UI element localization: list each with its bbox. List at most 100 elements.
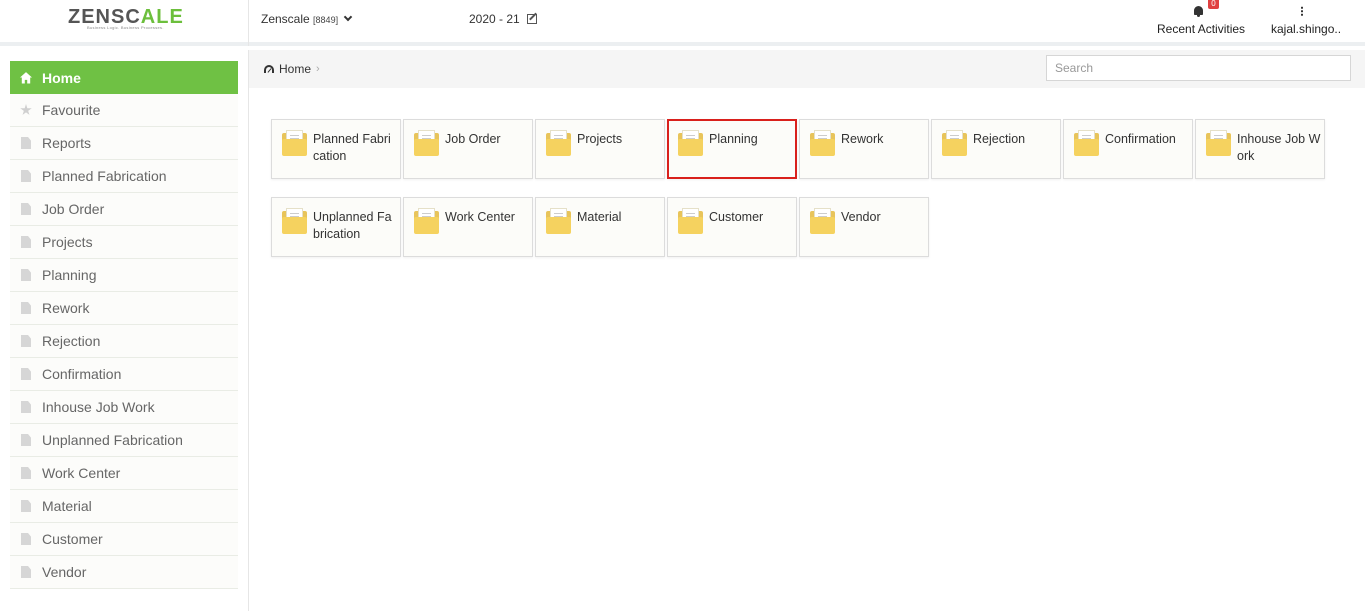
folder-icon <box>546 130 572 156</box>
tile-vendor[interactable]: Vendor <box>799 197 929 257</box>
tile-projects[interactable]: Projects <box>535 119 665 179</box>
search-input[interactable] <box>1046 55 1351 81</box>
sidebar-item-label: Vendor <box>42 564 87 580</box>
folder-icon <box>942 130 968 156</box>
sidebar-item-customer[interactable]: Customer <box>10 523 238 556</box>
tile-rework[interactable]: Rework <box>799 119 929 179</box>
tile-job-order[interactable]: Job Order <box>403 119 533 179</box>
sidebar-item-work-center[interactable]: Work Center <box>10 457 238 490</box>
tile-label: Projects <box>577 132 623 146</box>
document-icon <box>21 467 31 479</box>
breadcrumb-separator: › <box>316 63 320 75</box>
recent-activities-button[interactable]: 0 Recent Activities <box>1157 0 1247 46</box>
breadcrumb-home[interactable]: Home <box>279 62 311 76</box>
sidebar-item-label: Work Center <box>42 465 121 481</box>
document-icon <box>21 566 31 578</box>
sidebar-item-label: Planning <box>42 267 97 283</box>
document-icon <box>21 335 31 347</box>
tile-label: Unplanned Fabrication <box>313 210 392 241</box>
sidebar-item-planning[interactable]: Planning <box>10 259 238 292</box>
tile-label: Work Center <box>445 210 515 224</box>
sidebar-item-label: Confirmation <box>42 366 122 382</box>
notification-badge: 0 <box>1208 0 1219 9</box>
tile-material[interactable]: Material <box>535 197 665 257</box>
tile-label: Rejection <box>973 132 1026 146</box>
sidebar-item-home[interactable]: Home <box>10 61 238 94</box>
sidebar-item-unplanned-fabrication[interactable]: Unplanned Fabrication <box>10 424 238 457</box>
breadcrumb: Home › <box>264 62 320 76</box>
tile-label: Material <box>577 210 622 224</box>
document-icon <box>21 500 31 512</box>
recent-activities-label: Recent Activities <box>1157 22 1246 36</box>
sidebar-item-confirmation[interactable]: Confirmation <box>10 358 238 391</box>
company-name: Zenscale <box>261 12 310 26</box>
tile-customer[interactable]: Customer <box>667 197 797 257</box>
sidebar-item-rejection[interactable]: Rejection <box>10 325 238 358</box>
document-icon <box>21 137 31 149</box>
sidebar-item-label: Unplanned Fabrication <box>42 432 183 448</box>
sidebar-item-inhouse-job-work[interactable]: Inhouse Job Work <box>10 391 238 424</box>
sidebar-item-label: Job Order <box>42 201 105 217</box>
sidebar-item-label: Material <box>42 498 92 514</box>
user-menu[interactable]: kajal.shingo.. <box>1271 0 1341 46</box>
sidebar-item-material[interactable]: Material <box>10 490 238 523</box>
financial-year-selector[interactable]: 2020 - 21 <box>469 12 538 26</box>
sidebar-item-label: Customer <box>42 531 103 547</box>
tile-inhouse-job-work[interactable]: Inhouse Job Work <box>1195 119 1325 179</box>
tile-label: Inhouse Job Work <box>1237 132 1321 163</box>
edit-icon[interactable] <box>527 14 538 24</box>
tile-label: Customer <box>709 210 764 224</box>
tile-label: Confirmation <box>1105 132 1176 146</box>
user-name: kajal.shingo.. <box>1271 22 1342 36</box>
chevron-down-icon <box>344 12 353 22</box>
tile-label: Planned Fabrication <box>313 132 391 163</box>
tile-confirmation[interactable]: Confirmation <box>1063 119 1193 179</box>
sidebar-item-reports[interactable]: Reports <box>10 127 238 160</box>
company-selector[interactable]: Zenscale [8849] <box>261 12 353 26</box>
financial-year: 2020 - 21 <box>469 12 520 26</box>
kebab-menu-icon <box>1301 6 1303 16</box>
sidebar-item-label: Reports <box>42 135 92 151</box>
tile-planned-fabrication[interactable]: Planned Fabrication <box>271 119 401 179</box>
tile-rejection[interactable]: Rejection <box>931 119 1061 179</box>
folder-icon <box>678 130 704 156</box>
home-icon <box>20 72 32 84</box>
folder-icon <box>1074 130 1100 156</box>
document-icon <box>21 434 31 446</box>
tile-label: Vendor <box>841 210 881 224</box>
sidebar-item-vendor[interactable]: Vendor <box>10 556 238 589</box>
top-header: ZENSCALE Business Logic. Business Proces… <box>0 0 1365 46</box>
sidebar-item-label: Home <box>42 69 81 86</box>
sidebar-item-planned-fabrication[interactable]: Planned Fabrication <box>10 160 238 193</box>
document-icon <box>21 368 31 380</box>
folder-icon <box>282 130 308 156</box>
sidebar-item-label: Planned Fabrication <box>42 168 167 184</box>
document-icon <box>21 401 31 413</box>
sidebar-item-job-order[interactable]: Job Order <box>10 193 238 226</box>
sidebar: Home Favourite Reports Planned Fabrication J… <box>0 50 249 611</box>
logo-area[interactable]: ZENSCALE Business Logic. Business Proces… <box>0 0 249 46</box>
sidebar-menu: Home Favourite Reports Planned Fabrication J… <box>10 61 238 589</box>
sidebar-item-label: Favourite <box>42 102 101 118</box>
sidebar-item-label: Projects <box>42 234 93 250</box>
document-icon <box>21 269 31 281</box>
company-code: [8849] <box>313 15 339 25</box>
tile-unplanned-fabrication[interactable]: Unplanned Fabrication <box>271 197 401 257</box>
document-icon <box>21 236 31 248</box>
tile-label: Rework <box>841 132 884 146</box>
folder-icon <box>414 130 440 156</box>
sidebar-item-projects[interactable]: Projects <box>10 226 238 259</box>
folder-icon <box>1206 130 1232 156</box>
document-icon <box>21 302 31 314</box>
sidebar-item-label: Rework <box>42 300 90 316</box>
folder-icon <box>678 208 704 234</box>
tile-work-center[interactable]: Work Center <box>403 197 533 257</box>
folder-icon <box>810 208 836 234</box>
sidebar-item-label: Rejection <box>42 333 101 349</box>
sidebar-item-favourite[interactable]: Favourite <box>10 94 238 127</box>
bell-icon <box>1194 6 1203 17</box>
folder-icon <box>414 208 440 234</box>
document-icon <box>21 170 31 182</box>
sidebar-item-rework[interactable]: Rework <box>10 292 238 325</box>
tile-planning[interactable]: Planning <box>667 119 797 179</box>
